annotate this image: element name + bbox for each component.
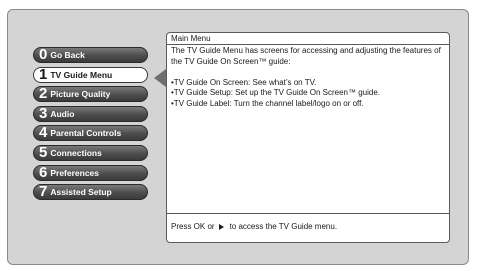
menu-item-number: 0 — [39, 46, 48, 63]
footer-text-after: to access the TV Guide menu. — [229, 222, 338, 231]
right-arrow-icon — [218, 224, 224, 231]
menu-item-tv-guide-menu[interactable]: 1 TV Guide Menu — [33, 65, 148, 83]
menu-item-label: Parental Controls — [50, 128, 122, 139]
list-item: •TV Guide Label: Turn the channel label/… — [171, 98, 364, 108]
panel-title: Main Menu — [171, 34, 211, 43]
panel-intro: The TV Guide Menu has screens for access… — [171, 46, 441, 66]
menu-item-label: TV Guide Menu — [50, 69, 113, 80]
menu-item-number: 2 — [39, 85, 48, 103]
menu-item-picture-quality[interactable]: 2 Picture Quality — [33, 85, 148, 103]
menu-item-label: Audio — [50, 108, 75, 119]
menu-item-label: Preferences — [50, 167, 100, 178]
menu-item-number: 3 — [39, 104, 48, 122]
menu-item-number: 4 — [39, 124, 48, 142]
panel-footer: Press OK or to access the TV Guide menu. — [171, 222, 337, 233]
selection-pointer-icon — [154, 69, 166, 87]
menu-item-connections[interactable]: 5 Connections — [33, 143, 148, 161]
info-panel: Main Menu The TV Guide Menu has screens … — [166, 32, 450, 243]
menu-item-label: Go Back — [50, 50, 85, 60]
menu-item-label: Assisted Setup — [50, 187, 112, 198]
menu-item-assisted-setup[interactable]: 7 Assisted Setup — [33, 183, 148, 201]
menu-item-preferences[interactable]: 6 Preferences — [33, 163, 148, 181]
menu-item-number: 7 — [39, 183, 48, 201]
feature-list: •TV Guide On Screen: See what’s on TV. •… — [171, 78, 443, 110]
menu-item-go-back[interactable]: 0 Go Back — [33, 47, 148, 63]
footer-text-before: Press OK or — [171, 222, 215, 231]
divider — [167, 213, 449, 214]
main-menu-list: 0 Go Back 1 TV Guide Menu 2 Picture Qual… — [33, 47, 148, 204]
list-item: •TV Guide Setup: Set up the TV Guide On … — [171, 88, 380, 97]
menu-item-label: Picture Quality — [50, 89, 111, 100]
menu-item-number: 5 — [39, 143, 48, 161]
panel-body: The TV Guide Menu has screens for access… — [171, 46, 443, 109]
divider — [167, 44, 449, 45]
list-item: •TV Guide On Screen: See what’s on TV. — [171, 77, 317, 87]
menu-item-number: 1 — [39, 65, 48, 83]
menu-item-label: Connections — [50, 147, 102, 158]
menu-item-number: 6 — [39, 163, 48, 181]
menu-item-parental-controls[interactable]: 4 Parental Controls — [33, 124, 148, 142]
menu-item-audio[interactable]: 3 Audio — [33, 104, 148, 122]
